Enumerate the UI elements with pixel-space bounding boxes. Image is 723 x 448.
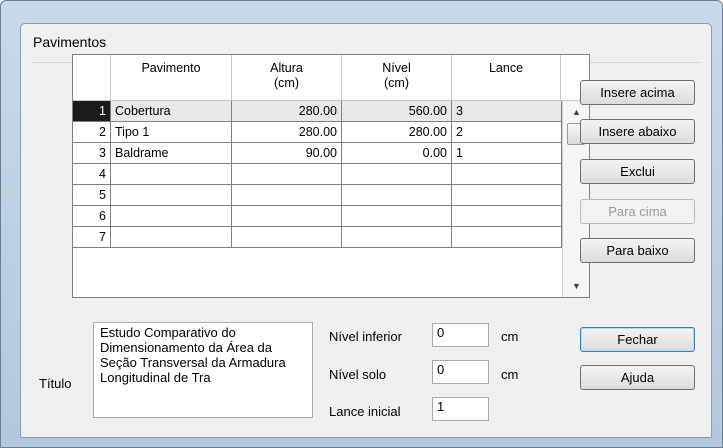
- nivel-solo-unit: cm: [501, 367, 519, 382]
- dialog-title: Pavimentos: [33, 34, 107, 50]
- exclui-button[interactable]: Exclui: [580, 159, 695, 184]
- nivel-inferior-input[interactable]: 0: [432, 323, 489, 347]
- cell-altura-7[interactable]: [232, 227, 342, 248]
- cell-nivel-7[interactable]: [342, 227, 452, 248]
- nivel-inferior-label: Nível inferior: [329, 329, 402, 344]
- col-header-lance[interactable]: Lance: [452, 55, 561, 101]
- col-header-nivel[interactable]: Nível (cm): [342, 55, 452, 101]
- scroll-down-arrow-icon[interactable]: ▼: [572, 281, 581, 291]
- scroll-up-arrow-icon[interactable]: ▲: [572, 107, 581, 117]
- ajuda-button[interactable]: Ajuda: [580, 365, 695, 390]
- row-header-1[interactable]: 1: [73, 101, 111, 122]
- cell-lance-4[interactable]: [452, 164, 562, 185]
- col-header-altura[interactable]: Altura (cm): [232, 55, 342, 101]
- lance-inicial-label: Lance inicial: [329, 404, 401, 419]
- cell-altura-2[interactable]: 280.00: [232, 122, 342, 143]
- cell-lance-5[interactable]: [452, 185, 562, 206]
- cell-nivel-2[interactable]: 280.00: [342, 122, 452, 143]
- cell-nivel-3[interactable]: 0.00: [342, 143, 452, 164]
- cell-pavimento-5[interactable]: [111, 185, 232, 206]
- cell-pavimento-2[interactable]: Tipo 1: [111, 122, 232, 143]
- titulo-textarea[interactable]: Estudo Comparativo do Dimensionamento da…: [93, 322, 313, 418]
- fechar-button[interactable]: Fechar: [580, 327, 695, 352]
- row-header-2[interactable]: 2: [73, 122, 111, 143]
- row-header-4[interactable]: 4: [73, 164, 111, 185]
- cell-nivel-1[interactable]: 560.00: [342, 101, 452, 122]
- row-header-6[interactable]: 6: [73, 206, 111, 227]
- nivel-solo-input[interactable]: 0: [432, 360, 489, 384]
- cell-altura-1[interactable]: 280.00: [232, 101, 342, 122]
- cell-altura-6[interactable]: [232, 206, 342, 227]
- cell-nivel-4[interactable]: [342, 164, 452, 185]
- cell-pavimento-7[interactable]: [111, 227, 232, 248]
- pavimentos-dialog: Pavimentos Pavimento Altura (cm) Nível (…: [20, 23, 712, 438]
- col-header-pavimento[interactable]: Pavimento: [111, 55, 232, 101]
- cell-nivel-6[interactable]: [342, 206, 452, 227]
- titulo-label: Título: [39, 376, 72, 391]
- cell-lance-1[interactable]: 3: [452, 101, 562, 122]
- cell-lance-2[interactable]: 2: [452, 122, 562, 143]
- window-frame: Pavimentos Pavimento Altura (cm) Nível (…: [0, 0, 723, 448]
- row-header-7[interactable]: 7: [73, 227, 111, 248]
- row-header-5[interactable]: 5: [73, 185, 111, 206]
- col-header-nivel-text: Nível (cm): [382, 61, 411, 90]
- cell-altura-3[interactable]: 90.00: [232, 143, 342, 164]
- cell-pavimento-6[interactable]: [111, 206, 232, 227]
- insere-abaixo-button[interactable]: Insere abaixo: [580, 119, 695, 144]
- cell-nivel-5[interactable]: [342, 185, 452, 206]
- cell-lance-3[interactable]: 1: [452, 143, 562, 164]
- cell-lance-6[interactable]: [452, 206, 562, 227]
- para-baixo-button[interactable]: Para baixo: [580, 238, 695, 263]
- cell-lance-7[interactable]: [452, 227, 562, 248]
- cell-pavimento-3[interactable]: Baldrame: [111, 143, 232, 164]
- nivel-inferior-unit: cm: [501, 329, 519, 344]
- cell-pavimento-1[interactable]: Cobertura: [111, 101, 232, 122]
- cell-altura-4[interactable]: [232, 164, 342, 185]
- grid-corner-header: [73, 55, 111, 101]
- lance-inicial-input[interactable]: 1: [432, 397, 489, 421]
- nivel-solo-label: Nível solo: [329, 367, 387, 382]
- col-header-altura-text: Altura (cm): [270, 61, 303, 90]
- row-header-3[interactable]: 3: [73, 143, 111, 164]
- cell-pavimento-4[interactable]: [111, 164, 232, 185]
- insere-acima-button[interactable]: Insere acima: [580, 80, 695, 105]
- pavimentos-grid[interactable]: Pavimento Altura (cm) Nível (cm) Lance 1…: [72, 54, 590, 298]
- cell-altura-5[interactable]: [232, 185, 342, 206]
- para-cima-button[interactable]: Para cima: [580, 199, 695, 224]
